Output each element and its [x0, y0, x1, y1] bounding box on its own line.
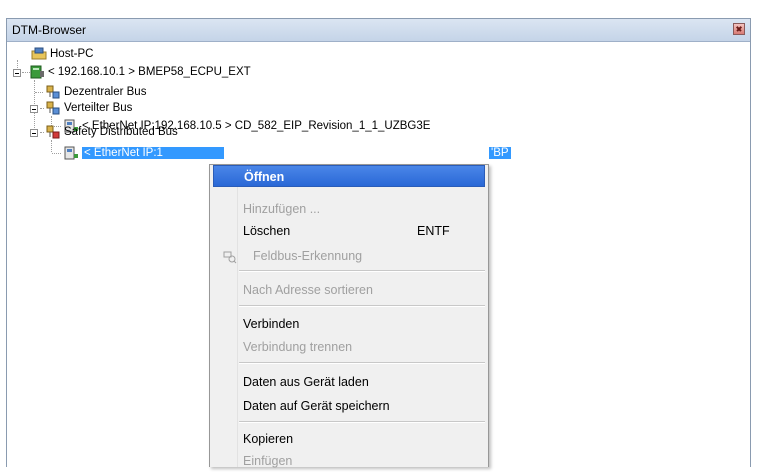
menu-item-feldbus-erkennung[interactable]: Feldbus-Erkennung: [213, 245, 485, 267]
tree-node-label: < 192.168.10.1 > BMEP58_ECPU_EXT: [48, 66, 251, 78]
tree-node-label: Safety Distributed Bus: [64, 126, 178, 138]
expander-cpu[interactable]: [13, 69, 21, 77]
menu-item-oeffnen[interactable]: Öffnen: [213, 165, 485, 187]
plc-icon: [29, 65, 45, 79]
tree-node-label-tail: 'BP: [489, 147, 511, 159]
tree-node-label: Host-PC: [50, 48, 94, 60]
menu-item-verbindung-trennen[interactable]: Verbindung trennen: [213, 336, 485, 358]
expander-verteilter-bus[interactable]: [30, 105, 38, 113]
menu-item-hinzufuegen[interactable]: Hinzufügen ...: [213, 198, 485, 220]
tree-node-label: Verteilter Bus: [64, 102, 133, 114]
menu-item-nach-adresse-sortieren[interactable]: Nach Adresse sortieren: [213, 279, 485, 301]
shortcut-label: ENTF: [417, 224, 450, 238]
tree-node-label: Dezentraler Bus: [64, 86, 147, 98]
tree-node-safety-distributed-bus[interactable]: Safety Distributed Bus: [45, 124, 178, 140]
bus-icon: [45, 101, 61, 115]
menu-item-daten-aus-geraet-laden[interactable]: Daten aus Gerät laden: [213, 371, 485, 393]
bus-icon: [45, 85, 61, 99]
menu-item-daten-auf-geraet-speichern[interactable]: Daten auf Gerät speichern: [213, 395, 485, 417]
window-title: DTM-Browser: [12, 23, 86, 37]
tree-node-label: < EtherNet IP:1: [82, 147, 224, 159]
menu-item-verbinden[interactable]: Verbinden: [213, 313, 485, 335]
expander-safety-bus[interactable]: [30, 129, 38, 137]
tree-node-dezentraler-bus[interactable]: Dezentraler Bus: [45, 84, 146, 100]
tree-node-verteilter-bus[interactable]: Verteilter Bus: [45, 100, 132, 116]
menu-item-kopieren[interactable]: Kopieren: [213, 428, 485, 450]
close-icon[interactable]: [733, 23, 745, 35]
menu-item-einfuegen[interactable]: Einfügen: [213, 450, 485, 472]
tree-node-cpu[interactable]: < 192.168.10.1 > BMEP58_ECPU_EXT: [29, 64, 251, 80]
fieldbus-scan-icon: [223, 249, 237, 271]
tree-node-device-selected[interactable]: < EtherNet IP:1: [63, 145, 224, 161]
context-menu: Öffnen Hinzufügen ... Löschen ENTF Feldb…: [209, 164, 489, 468]
device-icon: [63, 146, 79, 160]
safety-bus-icon: [45, 125, 61, 139]
host-pc-icon: [31, 47, 47, 61]
tree-node-host-pc[interactable]: Host-PC: [31, 46, 93, 62]
title-bar: DTM-Browser: [7, 19, 750, 42]
menu-item-loeschen[interactable]: Löschen ENTF: [213, 220, 485, 242]
